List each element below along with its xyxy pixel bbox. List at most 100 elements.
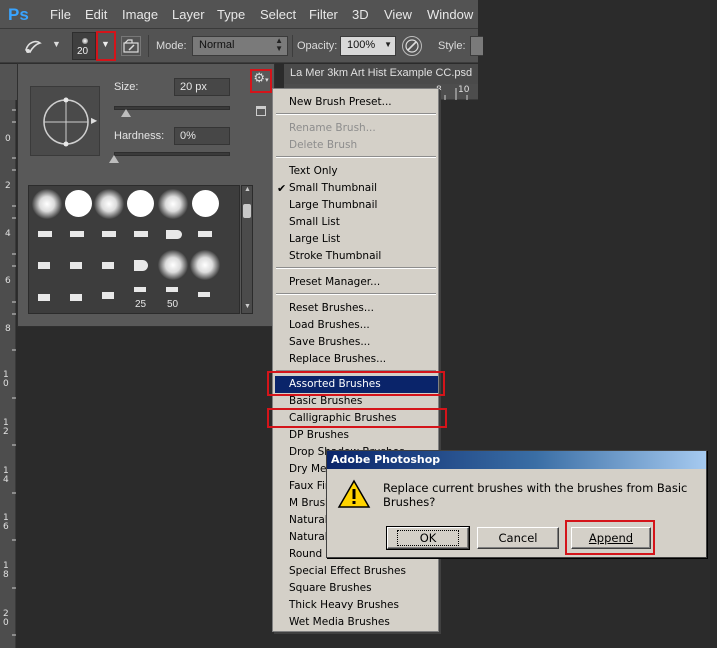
tool-preset-picker[interactable]: [22, 36, 44, 56]
brush-thumb-tip[interactable]: [70, 262, 82, 269]
brush-thumb-tip[interactable]: [102, 231, 116, 237]
menu-basic-brushes[interactable]: Basic Brushes: [289, 395, 362, 407]
menu-preset-manager[interactable]: Preset Manager...: [289, 276, 380, 288]
menu-large-thumbnail[interactable]: Large Thumbnail: [289, 199, 377, 211]
size-slider[interactable]: [114, 106, 230, 110]
opacity-value: 100%: [347, 39, 376, 51]
brush-thumb-tip[interactable]: [198, 231, 212, 237]
brush-thumb-tip[interactable]: [70, 231, 84, 237]
opacity-field[interactable]: 100% ▼: [340, 36, 396, 56]
menu-delete-brush: Delete Brush: [289, 139, 358, 151]
folder-brush-icon: [123, 39, 139, 53]
brush-tool-icon: [25, 40, 42, 54]
scroll-up-icon[interactable]: ▲: [244, 186, 251, 193]
hardness-slider[interactable]: [114, 152, 230, 156]
menu-large-list[interactable]: Large List: [289, 233, 340, 245]
hardness-field[interactable]: 0%: [174, 127, 230, 145]
menu-type[interactable]: Type: [217, 7, 245, 22]
menu-stroke-thumbnail[interactable]: Stroke Thumbnail: [289, 250, 381, 262]
menu-text-only[interactable]: Text Only: [289, 165, 338, 177]
menu-image[interactable]: Image: [122, 7, 158, 22]
dialog-title-bar: Adobe Photoshop: [327, 451, 706, 469]
brush-thumb-tip[interactable]: [102, 262, 114, 269]
brush-thumb-tip[interactable]: [38, 231, 52, 237]
brush-preset-picker-panel: ▶ Size: 20 px Hardness: 0% ⚙▾ 25 50 ▲ ▼: [17, 63, 275, 327]
brush-thumb-tip[interactable]: [166, 287, 178, 292]
scrollbar-thumb[interactable]: [243, 204, 251, 218]
brush-thumb-hard-round[interactable]: [65, 190, 92, 217]
tool-preset-arrow-icon[interactable]: ▼: [52, 39, 61, 49]
menu-load-brushes[interactable]: Load Brushes...: [289, 319, 370, 331]
menu-window[interactable]: Window: [427, 7, 473, 22]
spinner-arrows-icon: ▲ ▼: [275, 36, 283, 53]
brush-thumb-soft-round[interactable]: [190, 250, 220, 280]
brush-thumb-tip[interactable]: [38, 262, 50, 269]
menu-view[interactable]: View: [384, 7, 412, 22]
brush-thumb-tip[interactable]: [134, 287, 146, 292]
menu-select[interactable]: Select: [260, 7, 296, 22]
brush-thumb-hard-round[interactable]: [192, 190, 219, 217]
menu-3d[interactable]: 3D: [352, 7, 369, 22]
menu-special-effect-brushes[interactable]: Special Effect Brushes: [289, 565, 406, 577]
menu-separator: [276, 113, 436, 115]
menu-dp-brushes[interactable]: DP Brushes: [289, 429, 349, 441]
flip-arrow-icon[interactable]: ▶: [91, 116, 97, 125]
menu-wet-media-brushes[interactable]: Wet Media Brushes: [289, 616, 390, 628]
brush-picker-arrow-icon[interactable]: ▼: [101, 39, 110, 49]
brush-thumb-soft-round[interactable]: [32, 189, 62, 219]
toolbar-sliver: [0, 64, 17, 100]
brush-thumbnail-grid[interactable]: 25 50: [28, 185, 240, 314]
menu-thick-heavy-brushes[interactable]: Thick Heavy Brushes: [289, 599, 399, 611]
brush-thumb-soft-round[interactable]: [94, 189, 124, 219]
brush-size-preview[interactable]: 20: [72, 32, 96, 60]
brush-thumb-tip[interactable]: [38, 294, 50, 301]
document-tab-title: La Mer 3km Art Hist Example CC.psd: [290, 67, 473, 79]
brush-thumb-tip[interactable]: [70, 294, 82, 301]
menu-separator: [276, 293, 436, 295]
brush-thumb-fan[interactable]: [166, 230, 182, 239]
calligraphic-brushes-highlight: [267, 408, 447, 428]
menu-reset-brushes[interactable]: Reset Brushes...: [289, 302, 374, 314]
menu-file[interactable]: File: [50, 7, 71, 22]
cancel-button[interactable]: Cancel: [477, 527, 559, 549]
cancel-label: Cancel: [498, 531, 538, 545]
style-select[interactable]: [470, 36, 483, 56]
brush-thumb-tip[interactable]: [134, 260, 148, 271]
brush-thumb-soft-round[interactable]: [158, 250, 188, 280]
brush-thumb-tip[interactable]: [198, 292, 210, 297]
hardness-value: 0%: [180, 130, 196, 142]
pressure-opacity-button[interactable]: [402, 36, 422, 56]
brush-panel-toggle[interactable]: [121, 36, 141, 56]
brush-thumb-hard-round[interactable]: [127, 190, 154, 217]
mode-select[interactable]: Normal ▲ ▼: [192, 36, 288, 56]
brush-size-number: 50: [167, 299, 179, 310]
ruler-vertical: 0 2 4 6 8 10 12 14 16 18 20: [0, 100, 16, 648]
menu-edit[interactable]: Edit: [85, 7, 107, 22]
scroll-down-icon[interactable]: ▼: [244, 303, 251, 310]
brush-size-value: 20: [77, 46, 89, 57]
menu-filter[interactable]: Filter: [309, 7, 338, 22]
menu-replace-brushes[interactable]: Replace Brushes...: [289, 353, 386, 365]
hardness-slider-thumb[interactable]: [109, 155, 119, 163]
size-field[interactable]: 20 px: [174, 78, 230, 96]
new-preset-icon[interactable]: [256, 106, 266, 116]
ok-button[interactable]: OK: [386, 526, 470, 550]
brush-angle-preview[interactable]: [30, 86, 100, 156]
menu-layer[interactable]: Layer: [172, 7, 205, 22]
menu-square-brushes[interactable]: Square Brushes: [289, 582, 372, 594]
menu-small-thumbnail[interactable]: Small Thumbnail: [289, 182, 377, 194]
size-slider-thumb[interactable]: [120, 109, 131, 117]
brush-grid-scrollbar[interactable]: ▲ ▼: [241, 185, 253, 314]
document-tab[interactable]: La Mer 3km Art Hist Example CC.psd: [284, 64, 478, 84]
ok-label: OK: [396, 530, 460, 546]
checkmark-icon: ✔: [277, 183, 287, 195]
photoshop-logo: Ps: [8, 5, 29, 24]
brush-thumb-tip[interactable]: [134, 231, 148, 237]
append-button-highlight: [565, 520, 655, 555]
menu-rename-brush: Rename Brush...: [289, 122, 376, 134]
menu-save-brushes[interactable]: Save Brushes...: [289, 336, 370, 348]
brush-thumb-tip[interactable]: [102, 292, 114, 299]
brush-thumb-soft-round[interactable]: [158, 189, 188, 219]
menu-small-list[interactable]: Small List: [289, 216, 340, 228]
menu-new-brush-preset[interactable]: New Brush Preset...: [289, 96, 392, 108]
